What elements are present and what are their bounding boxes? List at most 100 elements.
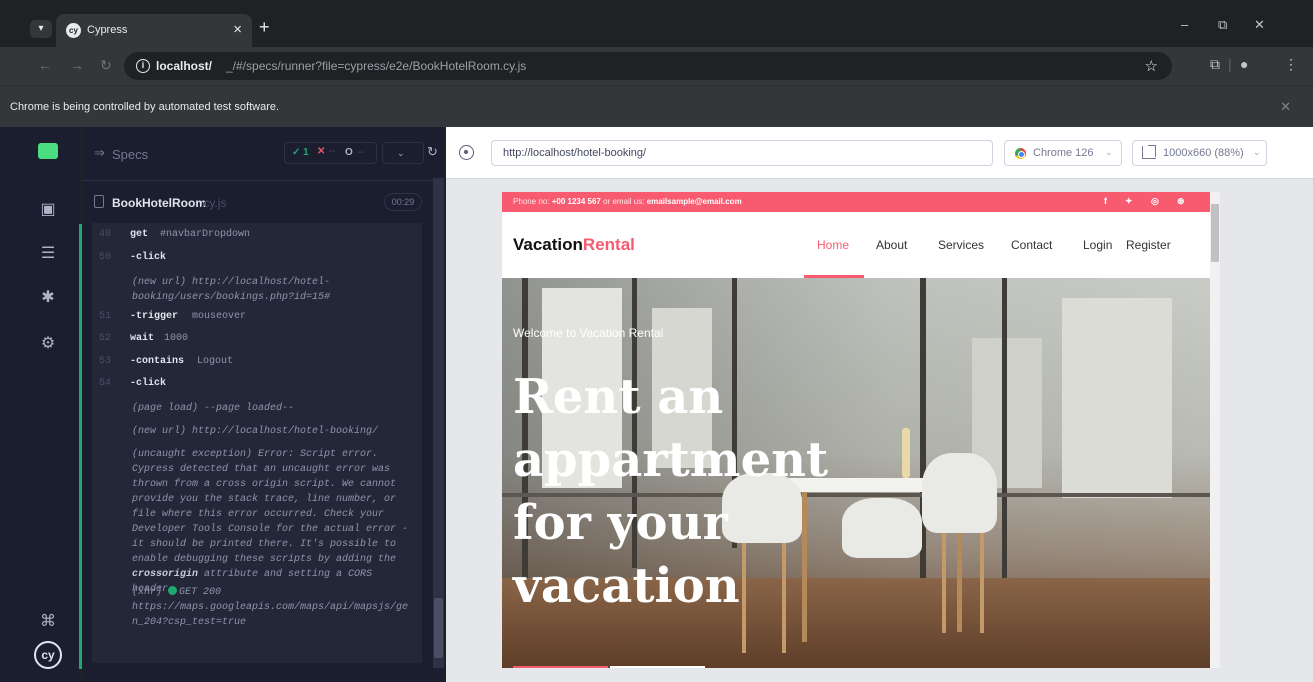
hero-secondary-button[interactable]: [610, 666, 705, 668]
back-icon[interactable]: ←: [38, 57, 52, 73]
flower-vase: [902, 428, 910, 478]
dribbble-icon[interactable]: ⊛: [1177, 196, 1185, 207]
menu-kebab-icon[interactable]: ⋮: [1284, 56, 1298, 73]
specs-label[interactable]: Specs: [112, 147, 148, 162]
tab-search-chevron-icon[interactable]: ▾: [30, 20, 52, 38]
specs-arrow-icon: ⇒: [94, 145, 105, 160]
rerun-icon[interactable]: ↻: [427, 144, 438, 160]
nav-services[interactable]: Services: [938, 238, 984, 252]
chair-leg: [942, 533, 946, 633]
cypress-sidebar: ▣ ☰ ✱ ⚙ ⌘ cy: [0, 127, 80, 682]
test-stats: ✓ 1 ✕ -- O --: [284, 142, 377, 164]
file-icon: [94, 195, 104, 208]
exception-text: (uncaught exception) Error: Script error…: [132, 449, 409, 565]
aut-url-field[interactable]: http://localhost/hotel-booking/: [491, 140, 993, 166]
url-host: localhost/: [156, 59, 213, 73]
xhr-status: GET 200: [179, 587, 222, 598]
pending-icon: O: [345, 147, 353, 158]
scrollbar-thumb[interactable]: [434, 598, 443, 658]
automation-notice: Chrome is being controlled by automated …: [10, 101, 280, 113]
contact-info: Phone no: +00 1234 567 or email us: emai…: [513, 197, 742, 206]
xhr-label: (xhr): [132, 587, 163, 598]
exception-keyword: crossorigin: [132, 569, 199, 580]
reload-icon[interactable]: ↻: [100, 57, 112, 74]
cypress-logo-icon: cy: [34, 641, 62, 669]
chevron-down-icon: ⌄: [1253, 147, 1261, 157]
browser-name: Chrome 126: [1033, 147, 1094, 159]
failed-icon: ✕: [317, 146, 326, 157]
app-under-test: Phone no: +00 1234 567 or email us: emai…: [502, 192, 1220, 668]
minimize-button[interactable]: –: [1181, 17, 1188, 32]
failed-count: --: [329, 146, 336, 157]
nav-register[interactable]: Register: [1126, 238, 1171, 252]
chair: [922, 453, 997, 533]
hero-welcome-text: Welcome to Vacation Rental: [513, 326, 664, 340]
nav-about[interactable]: About: [876, 238, 907, 252]
site-info-icon[interactable]: i: [136, 59, 150, 73]
runs-icon[interactable]: ☰: [36, 243, 60, 263]
xhr-note[interactable]: (xhr) GET 200 https://maps.googleapis.com/…: [92, 585, 422, 635]
extensions-icon[interactable]: ⧉: [1210, 56, 1220, 73]
tab-close-icon[interactable]: ×: [233, 21, 242, 38]
xhr-status-dot: [168, 586, 178, 595]
specs-icon[interactable]: ▣: [36, 199, 60, 219]
new-tab-button[interactable]: +: [259, 17, 270, 38]
nav-contact[interactable]: Contact: [1011, 238, 1052, 252]
bookmark-star-icon[interactable]: ☆: [1145, 57, 1158, 75]
hero-section: Welcome to Vacation Rental Rent an appar…: [502, 278, 1210, 668]
browser-tab-strip: ▾ cy Cypress × + – ⧉ ✕: [0, 0, 1313, 47]
spec-name: BookHotelRoom: [112, 196, 206, 210]
new-url-note[interactable]: (new url) http://localhost/hotel-booking…: [92, 275, 422, 305]
app-logo-icon: [38, 143, 58, 159]
cypress-favicon-icon: cy: [66, 23, 81, 38]
site-brand[interactable]: VacationRental: [513, 235, 635, 255]
pending-count: --: [357, 147, 364, 158]
uncaught-exception-note[interactable]: (uncaught exception) Error: Script error…: [92, 447, 422, 595]
window-frame: [1002, 278, 1007, 578]
spec-duration: 00:29: [384, 193, 422, 211]
instagram-icon[interactable]: ◎: [1151, 196, 1159, 207]
settings-icon[interactable]: ⚙: [36, 333, 60, 353]
viewport-icon: [1142, 145, 1156, 159]
keyboard-shortcuts-icon[interactable]: ⌘: [36, 611, 60, 631]
reporter-header: ⇒ Specs ✓ 1 ✕ -- O -- ⌄ ↻: [82, 127, 444, 181]
browser-selector[interactable]: Chrome 126 ⌄: [1004, 140, 1122, 166]
nav-home[interactable]: Home: [817, 238, 849, 252]
debug-icon[interactable]: ✱: [36, 287, 60, 307]
reporter-panel: ⇒ Specs ✓ 1 ✕ -- O -- ⌄ ↻ BookHotelRoom …: [82, 127, 444, 682]
passed-count: ✓ 1: [292, 147, 309, 158]
reporter-scrollbar[interactable]: [433, 178, 444, 668]
options-dropdown[interactable]: ⌄: [382, 142, 424, 164]
command-log: 49 get #navbarDropdown 50 -click (new ur…: [92, 223, 422, 663]
aut-header: http://localhost/hotel-booking/ Chrome 1…: [446, 127, 1313, 179]
facebook-icon[interactable]: f: [1104, 196, 1107, 206]
chair-leg: [980, 533, 984, 633]
chrome-icon: [1015, 148, 1026, 159]
selector-playground-icon[interactable]: [459, 145, 474, 160]
browser-toolbar: ← → ↻ i localhost/ _/#/specs/runner?file…: [0, 47, 1313, 85]
twitter-icon[interactable]: ✦: [1125, 196, 1133, 207]
close-window-button[interactable]: ✕: [1254, 17, 1265, 33]
chevron-down-icon: ⌄: [397, 148, 405, 158]
address-bar[interactable]: i localhost/ _/#/specs/runner?file=cypre…: [124, 52, 1172, 80]
xhr-url: https://maps.googleapis.com/maps/api/map…: [132, 602, 409, 628]
spec-ext: .cy.js: [200, 196, 227, 210]
tab-cypress[interactable]: cy Cypress ×: [56, 14, 252, 47]
nav-login[interactable]: Login: [1083, 238, 1112, 252]
hero-primary-button[interactable]: [513, 666, 608, 668]
site-navbar: VacationRental Home About Services Conta…: [502, 212, 1210, 278]
automation-infobar: Chrome is being controlled by automated …: [0, 85, 1313, 127]
chevron-down-icon: ⌄: [1105, 147, 1113, 157]
viewport-selector[interactable]: 1000x660 (88%) ⌄: [1132, 140, 1267, 166]
chair: [842, 498, 922, 558]
restore-button[interactable]: ⧉: [1218, 17, 1227, 33]
url-path: _/#/specs/runner?file=cypress/e2e/BookHo…: [226, 59, 527, 73]
scrollbar-thumb[interactable]: [1211, 204, 1219, 262]
site-scrollbar[interactable]: [1210, 192, 1220, 668]
infobar-close-icon[interactable]: ✕: [1280, 99, 1291, 115]
viewport-size: 1000x660 (88%): [1163, 147, 1244, 159]
forward-icon[interactable]: →: [70, 57, 84, 73]
profile-icon[interactable]: ●: [1240, 56, 1248, 72]
site-topbar: Phone no: +00 1234 567 or email us: emai…: [502, 192, 1210, 212]
hero-title: Rent an appartment for your vacation: [513, 369, 829, 614]
